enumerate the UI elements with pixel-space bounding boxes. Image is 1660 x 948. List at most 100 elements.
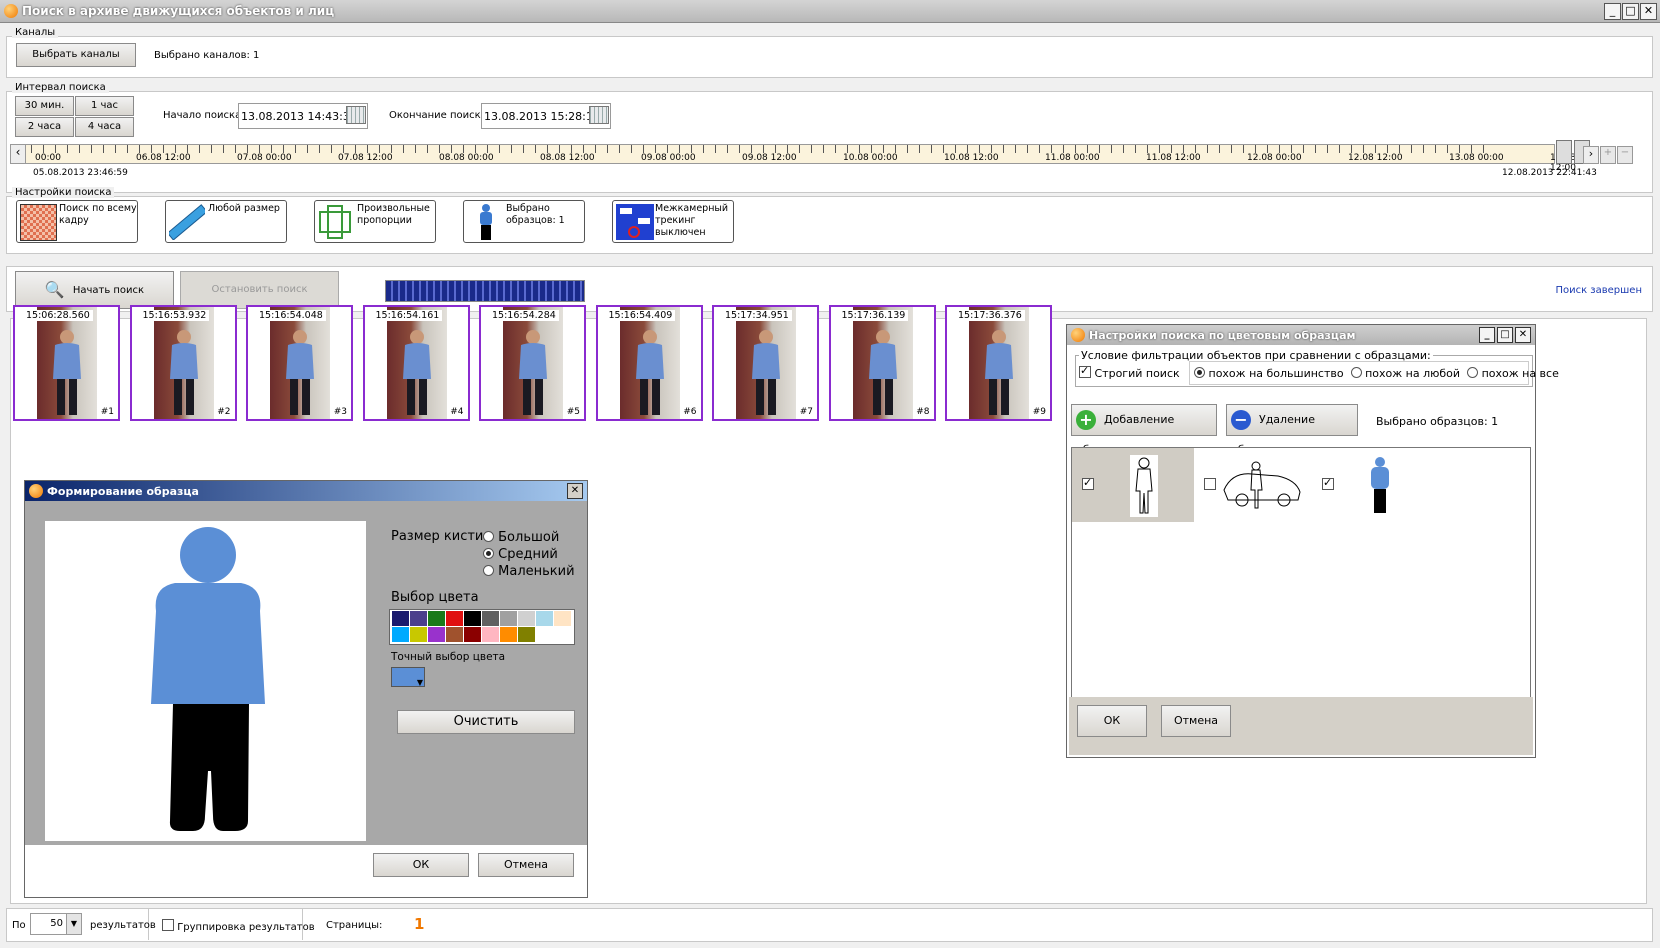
timeline-marker-handle[interactable] [1556, 140, 1572, 164]
color-swatch[interactable] [518, 611, 535, 626]
color-swatch[interactable] [482, 611, 499, 626]
result-thumbnail[interactable]: 15:16:53.932 #2 [129, 305, 237, 421]
match-all-option[interactable]: похож на все [1467, 367, 1559, 380]
color-swatch[interactable] [536, 627, 553, 642]
person-figure[interactable] [45, 521, 366, 841]
color-swatch[interactable] [464, 627, 481, 642]
timeline-left-arrow-icon[interactable]: ‹ [11, 145, 26, 163]
color-dialog-maximize-button[interactable]: □ [1497, 327, 1513, 343]
color-palette[interactable] [389, 609, 575, 645]
color-dialog-minimize-button[interactable]: _ [1479, 327, 1495, 343]
result-thumbnail[interactable]: 15:16:54.284 #5 [479, 305, 586, 421]
setting-proportions[interactable]: Произвольные пропорции [314, 200, 436, 243]
interval-2h-button[interactable]: 2 часа [15, 117, 74, 137]
remove-sample-button[interactable]: − Удаление образца [1226, 404, 1358, 456]
zoom-out-icon[interactable]: − [1617, 146, 1633, 164]
color-swatch[interactable] [392, 627, 409, 642]
grouping-checkbox[interactable]: Группировка результатов [162, 919, 315, 933]
interval-4h-button[interactable]: 4 часа [75, 117, 134, 137]
sample-blue-figure-icon[interactable] [1368, 456, 1392, 514]
color-swatch[interactable] [536, 611, 553, 626]
radio-icon[interactable] [1350, 367, 1362, 378]
color-swatch[interactable] [500, 627, 517, 642]
dropdown-arrow-icon[interactable]: ▼ [66, 914, 81, 934]
color-swatch[interactable] [428, 627, 445, 642]
setting-multicam-tracking[interactable]: Межкамерный трекинг выключен [612, 200, 734, 243]
color-swatch[interactable] [446, 611, 463, 626]
samples-list[interactable] [1071, 447, 1531, 699]
calendar-icon[interactable] [346, 106, 366, 124]
radio-icon[interactable] [483, 565, 494, 576]
interval-1h-button[interactable]: 1 час [75, 96, 134, 116]
start-search-button[interactable]: 🔍 Начать поиск [15, 271, 174, 309]
color-dialog-close-button[interactable]: ✕ [1515, 327, 1531, 343]
radio-icon[interactable] [483, 548, 494, 559]
timeline-right-arrow-icon[interactable]: › [1583, 146, 1599, 164]
radio-icon[interactable] [1467, 367, 1479, 378]
clear-button[interactable]: Очистить [397, 710, 575, 734]
add-sample-button[interactable]: + Добавление образца [1071, 404, 1217, 456]
match-all-label: похож на все [1481, 367, 1559, 380]
sample-checkbox-2[interactable] [1204, 478, 1216, 492]
color-swatch[interactable] [446, 627, 463, 642]
color-swatch[interactable] [500, 611, 517, 626]
match-majority-option[interactable]: похож на большинство [1194, 367, 1344, 380]
radio-icon[interactable] [1194, 367, 1205, 378]
sample-outline-figure-icon[interactable] [1130, 455, 1158, 517]
checkbox-icon[interactable] [162, 919, 174, 931]
interval-30min-button[interactable]: 30 мин. [15, 96, 74, 116]
calendar-icon[interactable] [589, 106, 609, 124]
result-thumbnail[interactable]: 15:17:34.951 #7 [712, 305, 819, 421]
checkbox-icon[interactable] [1082, 476, 1094, 490]
page-link[interactable]: 1 [414, 915, 424, 933]
sample-checkbox-3[interactable] [1322, 476, 1334, 492]
color-ok-button[interactable]: ОК [1077, 705, 1147, 737]
timeline[interactable]: ‹ 00:00 06.08 12:00 07.08 00:00 07.08 12:00… [10, 140, 1590, 173]
setting-any-size[interactable]: Любой размер [165, 200, 287, 243]
exact-color-picker[interactable]: ▼ [391, 667, 425, 687]
setting-samples[interactable]: Выбрано образцов: 1 [463, 200, 585, 243]
color-swatch[interactable] [410, 627, 427, 642]
minimize-button[interactable]: _ [1604, 3, 1621, 20]
color-swatch[interactable] [410, 611, 427, 626]
timeline-tick-label: 12.08 12:00 [1348, 153, 1403, 163]
drawing-canvas[interactable] [45, 521, 366, 841]
result-thumbnail[interactable]: 15:16:54.048 #3 [246, 305, 353, 421]
color-swatch[interactable] [518, 627, 535, 642]
start-datetime-field[interactable]: 13.08.2013 14:43:36 [238, 103, 368, 129]
result-thumbnail[interactable]: 15:17:36.376 #9 [945, 305, 1052, 421]
stop-search-button[interactable]: Остановить поиск [180, 271, 339, 309]
color-swatch[interactable] [554, 611, 571, 626]
per-page-select[interactable]: 50 ▼ [30, 913, 82, 935]
maximize-button[interactable]: □ [1622, 3, 1639, 20]
end-datetime-field[interactable]: 13.08.2013 15:28:14 [481, 103, 611, 129]
color-swatch[interactable] [392, 611, 409, 626]
result-thumbnail[interactable]: 15:17:36.139 #8 [828, 305, 936, 421]
sample-checkbox-1[interactable] [1082, 476, 1094, 492]
sample-car-person-icon[interactable] [1222, 460, 1302, 512]
color-swatch[interactable] [554, 627, 571, 642]
select-channels-button[interactable]: Выбрать каналы [16, 43, 136, 67]
result-thumbnail[interactable]: 15:06:28.560 #1 [13, 305, 120, 421]
result-thumbnail[interactable]: 15:16:54.161 #4 [362, 305, 470, 421]
result-thumbnail[interactable]: 15:16:54.409 #6 [595, 305, 703, 421]
color-swatch[interactable] [482, 627, 499, 642]
brush-option-medium[interactable]: Средний [483, 546, 575, 563]
brush-option-small[interactable]: Маленький [483, 563, 575, 580]
sample-dialog-close-button[interactable]: ✕ [567, 483, 583, 499]
checkbox-icon[interactable] [1204, 478, 1216, 490]
close-button[interactable]: ✕ [1640, 3, 1657, 20]
zoom-in-icon[interactable]: + [1600, 146, 1616, 164]
match-any-option[interactable]: похож на любой [1350, 367, 1460, 380]
radio-icon[interactable] [483, 531, 494, 542]
sample-ok-button[interactable]: ОК [373, 853, 469, 877]
sample-cancel-button[interactable]: Отмена [478, 853, 574, 877]
brush-option-large[interactable]: Большой [483, 529, 575, 546]
setting-full-frame[interactable]: Поиск по всему кадру [16, 200, 138, 243]
color-cancel-button[interactable]: Отмена [1161, 705, 1231, 737]
checkbox-icon[interactable] [1322, 476, 1334, 490]
color-swatch[interactable] [428, 611, 445, 626]
color-swatch[interactable] [464, 611, 481, 626]
checkbox-icon[interactable] [1079, 364, 1091, 378]
strict-search-checkbox[interactable]: Строгий поиск [1079, 364, 1180, 380]
